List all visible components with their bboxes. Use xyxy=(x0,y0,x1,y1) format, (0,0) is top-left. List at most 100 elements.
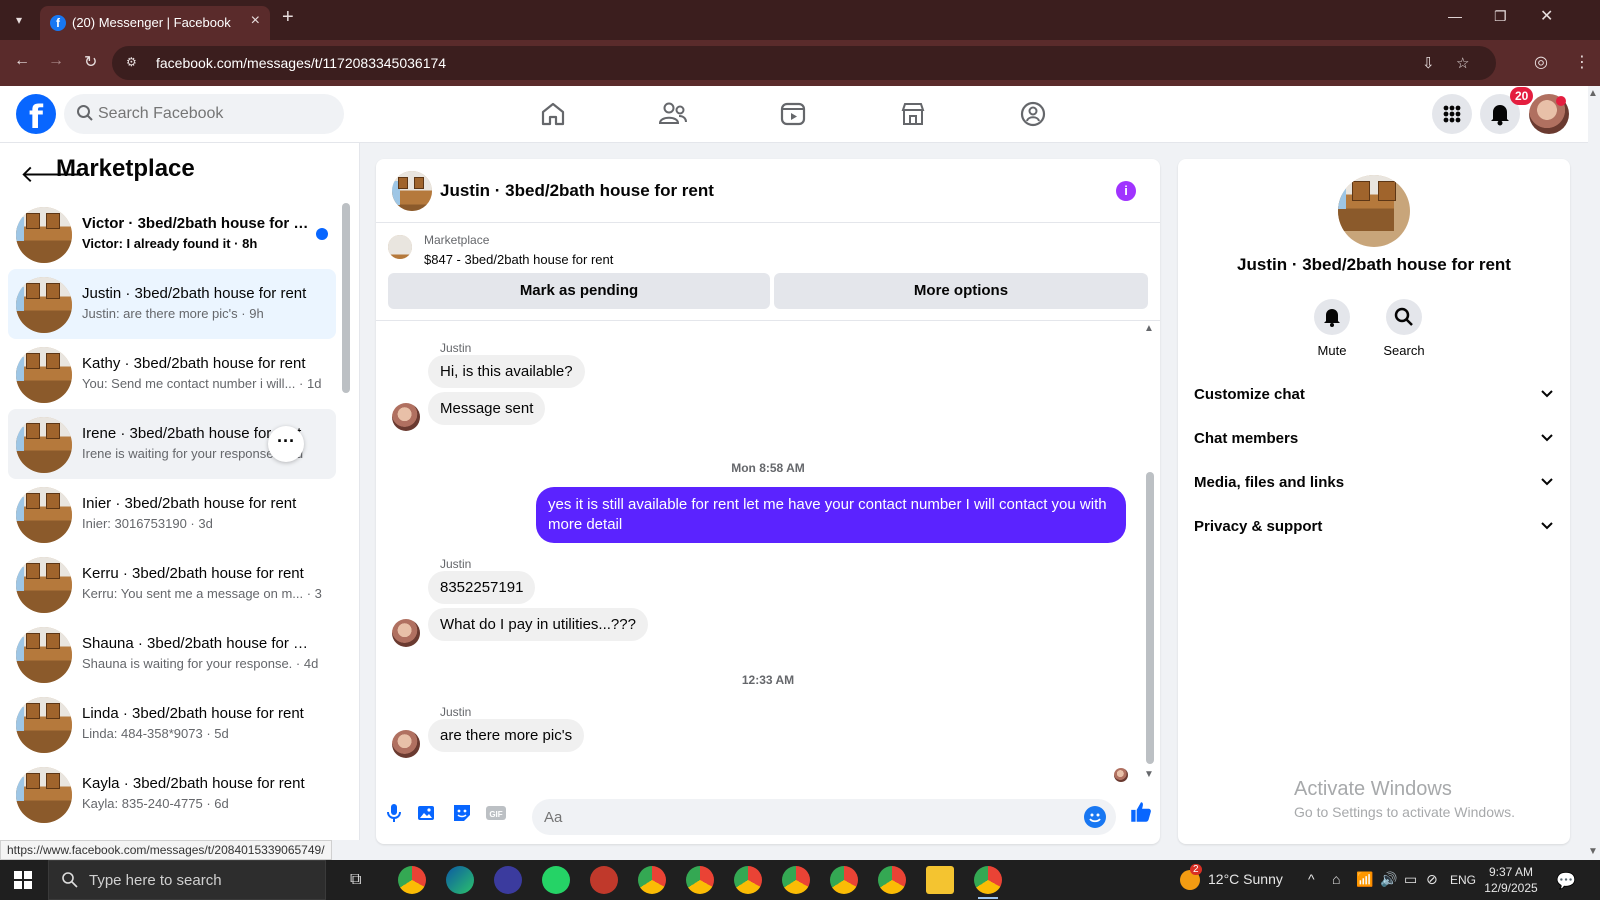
thumbs-up-icon[interactable] xyxy=(1128,799,1154,825)
whatsapp-app-icon[interactable] xyxy=(542,866,570,894)
facebook-logo-icon[interactable]: f xyxy=(16,94,56,136)
section-media-files-links[interactable]: Media, files and links xyxy=(1194,461,1554,505)
meet-now-icon[interactable]: ⌂ xyxy=(1332,871,1340,887)
new-tab-icon[interactable]: + xyxy=(282,6,294,29)
install-app-icon[interactable]: ⇩ xyxy=(1422,54,1435,72)
taskbar-search[interactable]: Type here to search xyxy=(48,860,326,900)
wifi-off-icon[interactable]: ⊘ xyxy=(1426,871,1438,888)
menu-grid-button[interactable] xyxy=(1432,94,1472,134)
conversation-item[interactable]: Shauna · 3bed/2bath house for rent Shaun… xyxy=(8,619,336,689)
forward-icon[interactable]: → xyxy=(48,52,64,70)
chat-title[interactable]: Justin · 3bed/2bath house for rent xyxy=(440,181,714,201)
address-bar[interactable]: ⚙ facebook.com/messages/t/11720833450361… xyxy=(112,46,1496,80)
reload-icon[interactable]: ↻ xyxy=(84,52,97,72)
conversation-item[interactable]: Kerru · 3bed/2bath house for rent Kerru:… xyxy=(8,549,336,619)
message-composer[interactable] xyxy=(532,799,1116,835)
browser-menu-icon[interactable]: ⋮ xyxy=(1574,52,1590,72)
conversation-sidebar: 🡐 Marketplace Victor · 3bed/2bath house … xyxy=(0,143,360,840)
profile-icon[interactable]: ◎ xyxy=(1534,52,1548,72)
browser-toolbar: ← → ↻ ⚙ facebook.com/messages/t/11720833… xyxy=(0,40,1600,86)
sender-name: Justin xyxy=(440,341,472,355)
chevron-down-icon xyxy=(1541,522,1553,530)
page-scroll-up-icon[interactable]: ▲ xyxy=(1588,88,1598,99)
clock-time: 9:37 AM xyxy=(1488,865,1534,879)
conversation-name: Kayla · 3bed/2bath house for rent xyxy=(82,775,305,792)
sidebar-scrollbar[interactable] xyxy=(342,203,350,393)
sticker-icon[interactable] xyxy=(450,801,474,825)
file-explorer-icon[interactable] xyxy=(926,866,954,894)
tab-list-dropdown-icon[interactable]: ▾ xyxy=(6,8,32,32)
weather-text[interactable]: 12°C Sunny xyxy=(1208,871,1283,887)
mute-button[interactable]: Mute xyxy=(1292,299,1372,358)
sender-avatar[interactable] xyxy=(392,403,420,431)
language-indicator[interactable]: ENG xyxy=(1450,873,1476,887)
marketplace-icon[interactable] xyxy=(895,96,931,132)
emoji-icon[interactable] xyxy=(1084,806,1106,828)
conversation-item[interactable]: Irene · 3bed/2bath house for rent Irene … xyxy=(8,409,336,479)
listing-title[interactable]: $847 - 3bed/2bath house for rent xyxy=(424,252,613,267)
chat-scrollbar[interactable] xyxy=(1146,472,1154,764)
chrome-app-icon[interactable] xyxy=(398,866,426,894)
chrome-profile-icon[interactable] xyxy=(734,866,762,894)
conversation-item[interactable]: Inier · 3bed/2bath house for rent Inier:… xyxy=(8,479,336,549)
edge-app-icon[interactable] xyxy=(446,866,474,894)
groups-icon[interactable] xyxy=(1015,96,1051,132)
more-options-button[interactable]: More options xyxy=(774,273,1148,309)
chrome-profile-icon[interactable] xyxy=(782,866,810,894)
sender-avatar[interactable] xyxy=(392,619,420,647)
conversation-item[interactable]: Justin · 3bed/2bath house for rent Justi… xyxy=(8,269,336,339)
microphone-icon[interactable] xyxy=(382,801,406,825)
chrome-active-icon[interactable] xyxy=(974,866,1002,894)
app-icon[interactable] xyxy=(590,866,618,894)
bookmark-star-icon[interactable]: ☆ xyxy=(1456,54,1469,72)
task-view-icon[interactable]: ⧉ xyxy=(350,871,361,889)
chrome-profile-icon[interactable] xyxy=(638,866,666,894)
info-icon[interactable]: i xyxy=(1116,181,1136,201)
scroll-down-icon[interactable]: ▼ xyxy=(1144,769,1154,780)
conversation-item[interactable]: Victor · 3bed/2bath house for rent Victo… xyxy=(8,199,336,269)
search-input[interactable] xyxy=(98,94,338,134)
conversation-item[interactable]: Kathy · 3bed/2bath house for rent You: S… xyxy=(8,339,336,409)
conversation-avatar[interactable] xyxy=(1338,175,1410,247)
tray-chevron-up-icon[interactable]: ^ xyxy=(1308,871,1315,887)
chat-header: Justin · 3bed/2bath house for rent i xyxy=(376,159,1160,223)
restore-icon[interactable]: ❐ xyxy=(1494,8,1507,25)
chrome-profile-icon[interactable] xyxy=(686,866,714,894)
chat-info-panel: Justin · 3bed/2bath house for rent Mute … xyxy=(1178,159,1570,844)
conversation-preview: Kerru: You sent me a message on m... · 3… xyxy=(82,586,322,601)
tab-close-icon[interactable]: × xyxy=(251,12,260,30)
search-in-conversation-button[interactable]: Search xyxy=(1364,299,1444,358)
facebook-search[interactable] xyxy=(64,94,344,134)
home-icon[interactable] xyxy=(535,96,571,132)
chrome-profile-icon[interactable] xyxy=(878,866,906,894)
video-icon[interactable] xyxy=(775,96,811,132)
chat-avatar[interactable] xyxy=(392,171,432,211)
friends-icon[interactable] xyxy=(655,96,691,132)
minimize-icon[interactable]: — xyxy=(1448,8,1462,24)
site-info-icon[interactable]: ⚙ xyxy=(126,55,137,69)
windows-start-icon[interactable] xyxy=(14,871,32,889)
more-options-icon[interactable]: ··· xyxy=(268,426,304,462)
gif-icon[interactable]: GIF xyxy=(484,801,508,825)
conversation-item[interactable]: Linda · 3bed/2bath house for rent Linda:… xyxy=(8,689,336,759)
volume-icon[interactable]: 🔊 xyxy=(1380,871,1397,888)
app-icon[interactable] xyxy=(494,866,522,894)
chrome-profile-icon[interactable] xyxy=(830,866,858,894)
browser-tab[interactable]: f (20) Messenger | Facebook × xyxy=(40,6,270,40)
photo-icon[interactable] xyxy=(414,801,438,825)
conversation-item[interactable]: Kayla · 3bed/2bath house for rent Kayla:… xyxy=(8,759,336,829)
section-privacy-support[interactable]: Privacy & support xyxy=(1194,505,1554,549)
window-close-icon[interactable]: ✕ xyxy=(1540,6,1553,26)
section-chat-members[interactable]: Chat members xyxy=(1194,417,1554,461)
network-icon[interactable]: 📶 xyxy=(1356,871,1373,888)
sender-avatar[interactable] xyxy=(392,730,420,758)
back-icon[interactable]: ← xyxy=(14,52,30,70)
system-clock[interactable]: 9:37 AM 12/9/2025 xyxy=(1476,864,1546,896)
message-input[interactable] xyxy=(544,799,1064,835)
page-scroll-down-icon[interactable]: ▼ xyxy=(1588,846,1598,857)
scroll-up-icon[interactable]: ▲ xyxy=(1144,323,1154,334)
section-customize-chat[interactable]: Customize chat xyxy=(1194,373,1554,417)
battery-icon[interactable]: ▭ xyxy=(1404,871,1417,888)
notifications-center-icon[interactable]: 💬 xyxy=(1556,871,1576,891)
mark-pending-button[interactable]: Mark as pending xyxy=(388,273,770,309)
